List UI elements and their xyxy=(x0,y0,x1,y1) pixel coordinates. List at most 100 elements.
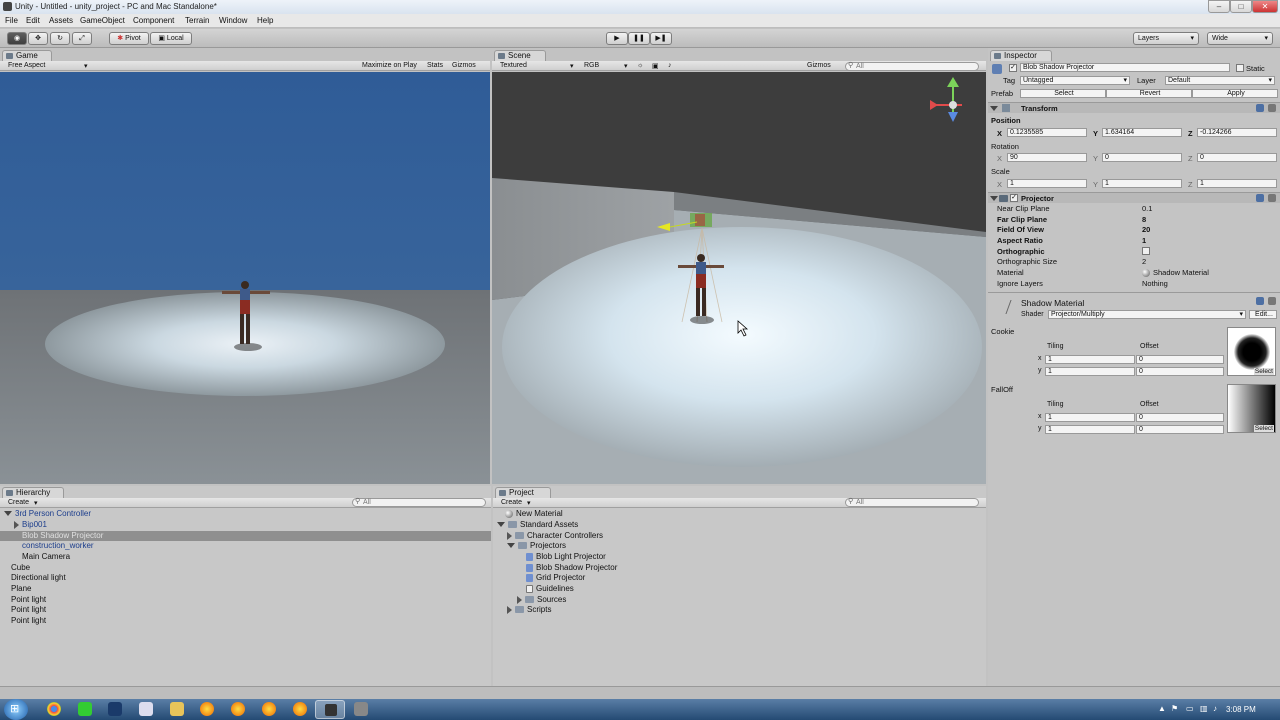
falloff-texture-slot[interactable]: Select xyxy=(1227,384,1276,433)
cookie-offset-x-input[interactable]: 0 xyxy=(1136,355,1224,364)
tag-dropdown[interactable]: Untagged ▾ xyxy=(1020,76,1130,85)
hierarchy-item-cube[interactable]: Cube xyxy=(11,563,30,573)
tray-arrow-icon[interactable]: ▲ xyxy=(1158,704,1166,713)
tray-flag-icon[interactable]: ⚑ xyxy=(1171,704,1178,713)
position-y-input[interactable]: 1.634164 xyxy=(1102,128,1182,137)
ignore-layers-value[interactable]: Nothing xyxy=(1142,279,1168,288)
position-x-input[interactable]: 0.1235585 xyxy=(1007,128,1087,137)
menu-assets[interactable]: Assets xyxy=(49,16,73,25)
pause-button[interactable]: ❚❚ xyxy=(628,32,650,45)
layout-dropdown[interactable]: Wide ▾ xyxy=(1207,32,1273,45)
help-icon[interactable] xyxy=(1256,297,1264,305)
play-button[interactable]: ▶ xyxy=(606,32,628,45)
prefab-select-button[interactable]: Select xyxy=(1020,89,1106,98)
aspect-ratio-value[interactable]: 1 xyxy=(1142,236,1146,245)
move-tool-button[interactable]: ✥ xyxy=(28,32,48,45)
audio-toggle-icon[interactable]: ♪ xyxy=(668,62,672,69)
object-name-input[interactable]: Blob Shadow Projector xyxy=(1020,63,1230,72)
firefox-taskbar-icon[interactable] xyxy=(200,702,214,716)
scene-fx-toggle-icon[interactable]: ▣ xyxy=(652,62,659,70)
cookie-select-button[interactable]: Select xyxy=(1253,368,1274,375)
static-checkbox[interactable] xyxy=(1236,64,1244,72)
falloff-tiling-y-input[interactable]: 1 xyxy=(1045,425,1135,434)
scene-viewport[interactable] xyxy=(492,72,986,484)
hierarchy-item-plane[interactable]: Plane xyxy=(11,584,31,594)
maximize-on-play-toggle[interactable]: Maximize on Play xyxy=(362,62,417,69)
firefox-taskbar-icon[interactable] xyxy=(231,702,245,716)
step-button[interactable]: ▶❚ xyxy=(650,32,672,45)
cookie-tiling-y-input[interactable]: 1 xyxy=(1045,367,1135,376)
project-item-character-controllers[interactable]: Character Controllers xyxy=(507,531,603,541)
rotation-y-input[interactable]: 0 xyxy=(1102,153,1182,162)
prefab-apply-button[interactable]: Apply xyxy=(1192,89,1278,98)
help-icon[interactable] xyxy=(1256,194,1264,202)
menu-terrain[interactable]: Terrain xyxy=(185,16,209,25)
layer-dropdown[interactable]: Default ▾ xyxy=(1165,76,1275,85)
render-mode-dropdown[interactable]: Textured xyxy=(500,62,527,69)
gear-icon[interactable] xyxy=(1268,104,1276,112)
stats-toggle[interactable]: Stats xyxy=(427,62,443,69)
hierarchy-item-construction-worker[interactable]: construction_worker xyxy=(22,541,94,551)
game-viewport[interactable] xyxy=(0,72,490,484)
tab-hierarchy[interactable]: Hierarchy xyxy=(2,487,64,498)
project-item-grid-projector[interactable]: Grid Projector xyxy=(526,573,585,583)
lighting-toggle-icon[interactable]: ☼ xyxy=(637,62,643,69)
scale-tool-button[interactable]: ⤢ xyxy=(72,32,92,45)
falloff-offset-x-input[interactable]: 0 xyxy=(1136,413,1224,422)
menu-window[interactable]: Window xyxy=(219,16,247,25)
menu-gameobject[interactable]: GameObject xyxy=(80,16,125,25)
hierarchy-item-point-light[interactable]: Point light xyxy=(11,616,46,626)
tab-scene[interactable]: Scene xyxy=(494,50,546,61)
hierarchy-item-point-light[interactable]: Point light xyxy=(11,605,46,615)
far-clip-value[interactable]: 8 xyxy=(1142,215,1146,224)
hierarchy-item-3rd-person-controller[interactable]: 3rd Person Controller xyxy=(4,509,91,519)
rotation-z-input[interactable]: 0 xyxy=(1197,153,1277,162)
falloff-tiling-x-input[interactable]: 1 xyxy=(1045,413,1135,422)
project-item-projectors[interactable]: Projectors xyxy=(507,541,566,551)
view-tool-button[interactable]: ◉ xyxy=(7,32,27,45)
orthographic-size-value[interactable]: 2 xyxy=(1142,257,1146,266)
hierarchy-item-point-light[interactable]: Point light xyxy=(11,595,46,605)
unity-taskbar-button[interactable] xyxy=(315,700,345,719)
menu-edit[interactable]: Edit xyxy=(26,16,40,25)
orthographic-checkbox[interactable] xyxy=(1142,247,1150,255)
scene-gizmos-toggle[interactable]: Gizmos xyxy=(807,62,831,69)
local-toggle[interactable]: ▣ Local xyxy=(150,32,192,45)
hierarchy-create-dropdown[interactable]: Create xyxy=(8,499,29,506)
scale-y-input[interactable]: 1 xyxy=(1102,179,1182,188)
hierarchy-item-main-camera[interactable]: Main Camera xyxy=(22,552,70,562)
project-item-new-material[interactable]: New Material xyxy=(505,509,563,519)
explorer-taskbar-icon[interactable] xyxy=(170,702,184,716)
scene-search-input[interactable]: All xyxy=(845,62,979,71)
falloff-select-button[interactable]: Select xyxy=(1253,425,1274,432)
shader-edit-button[interactable]: Edit... xyxy=(1249,310,1277,319)
active-checkbox[interactable]: ✓ xyxy=(1009,64,1017,72)
unity-taskbar-icon[interactable] xyxy=(354,702,368,716)
scale-x-input[interactable]: 1 xyxy=(1007,179,1087,188)
project-item-guidelines[interactable]: Guidelines xyxy=(526,584,574,594)
tray-display-icon[interactable]: ▭ xyxy=(1186,704,1194,713)
scale-z-input[interactable]: 1 xyxy=(1197,179,1277,188)
firefox-taskbar-icon[interactable] xyxy=(293,702,307,716)
chrome-taskbar-icon[interactable] xyxy=(47,702,61,716)
gear-icon[interactable] xyxy=(1268,194,1276,202)
hierarchy-item-directional-light[interactable]: Directional light xyxy=(11,573,66,583)
layers-dropdown[interactable]: Layers ▾ xyxy=(1133,32,1199,45)
color-mode-dropdown[interactable]: RGB xyxy=(584,62,599,69)
project-item-sources[interactable]: Sources xyxy=(517,595,566,605)
project-item-blob-shadow-projector[interactable]: Blob Shadow Projector xyxy=(526,563,617,573)
rotate-tool-button[interactable]: ↻ xyxy=(50,32,70,45)
pivot-toggle[interactable]: ✱ Pivot xyxy=(109,32,149,45)
app-taskbar-icon[interactable] xyxy=(78,702,92,716)
aspect-dropdown[interactable]: Free Aspect xyxy=(8,62,45,69)
material-field[interactable]: Shadow Material xyxy=(1142,268,1209,278)
window-taskbar-icon[interactable] xyxy=(139,702,153,716)
near-clip-value[interactable]: 0.1 xyxy=(1142,204,1152,213)
menu-help[interactable]: Help xyxy=(257,16,273,25)
position-z-input[interactable]: -0.124266 xyxy=(1197,128,1277,137)
hierarchy-item-bip001[interactable]: Bip001 xyxy=(14,520,47,530)
project-item-standard-assets[interactable]: Standard Assets xyxy=(497,520,578,530)
help-icon[interactable] xyxy=(1256,104,1264,112)
project-create-dropdown[interactable]: Create xyxy=(501,499,522,506)
field-of-view-value[interactable]: 20 xyxy=(1142,225,1150,234)
